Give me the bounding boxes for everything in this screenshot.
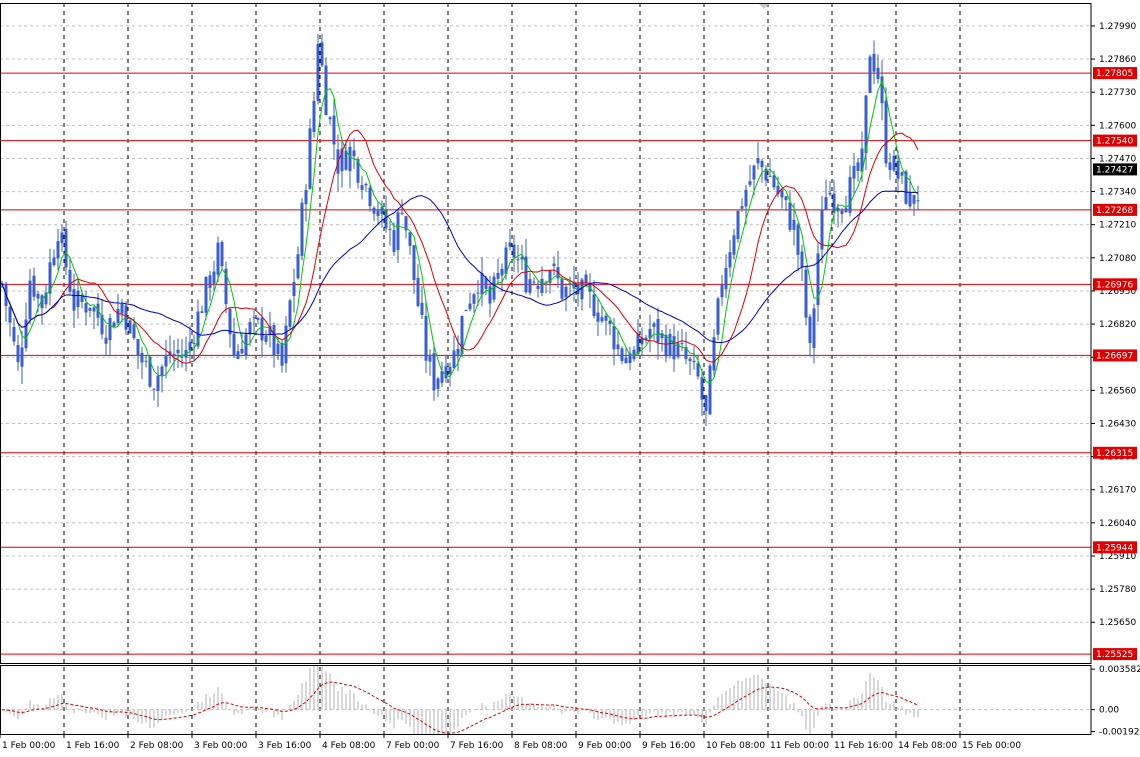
level-tag-label: 1.26315	[1096, 449, 1133, 459]
time-tick-label: 14 Feb 08:00	[898, 741, 957, 751]
price-tick-label: 1.27340	[1099, 188, 1136, 198]
candle	[560, 277, 564, 301]
candle	[64, 220, 68, 276]
osc-tick-label: 0.00	[1099, 706, 1119, 716]
price-tick-label: 1.27990	[1099, 22, 1136, 32]
candle	[804, 265, 808, 326]
price-tick-label: 1.26820	[1099, 320, 1136, 330]
price-tick-label: 1.25650	[1099, 618, 1136, 628]
price-chart: 1.27990 1.27860 1.27730 1.27600 1.27470 1.273…	[0, 0, 1140, 757]
price-tick-label: 1.27860	[1099, 55, 1136, 65]
level-tag-label: 1.27540	[1096, 137, 1133, 147]
candle	[308, 118, 312, 190]
level-tag-label: 1.27805	[1096, 69, 1133, 79]
current-price-tag: 1.27427	[1093, 163, 1137, 176]
candle	[288, 298, 292, 330]
time-tick-label: 15 Feb 00:00	[962, 741, 1021, 751]
time-tick-label: 4 Feb 08:00	[322, 741, 376, 751]
time-tick-label: 3 Feb 00:00	[194, 741, 248, 751]
time-tick-label: 7 Feb 00:00	[386, 741, 440, 751]
candle	[316, 33, 320, 105]
price-tick-label: 1.27080	[1099, 254, 1136, 264]
time-tick-label: 7 Feb 16:00	[450, 741, 504, 751]
time-tick-label: 1 Feb 16:00	[66, 741, 120, 751]
price-tick-label: 1.26040	[1099, 519, 1136, 529]
price-tick-label: 1.26430	[1099, 419, 1136, 429]
time-tick-label: 9 Feb 16:00	[642, 741, 696, 751]
time-tick-label: 1 Feb 00:00	[2, 741, 56, 751]
level-tag-label: 1.27268	[1096, 206, 1133, 216]
level-tag-label: 1.26976	[1096, 280, 1133, 290]
time-tick-label: 11 Feb 00:00	[770, 741, 829, 751]
time-tick-label: 8 Feb 08:00	[514, 741, 568, 751]
time-tick-label: 10 Feb 08:00	[706, 741, 765, 751]
candle	[324, 57, 328, 116]
time-tick-label: 2 Feb 08:00	[130, 741, 184, 751]
candle	[220, 240, 224, 270]
candle	[716, 296, 720, 341]
price-tick-label: 1.27210	[1099, 221, 1136, 231]
candle	[868, 54, 872, 94]
level-tag-label: 1.25525	[1096, 650, 1133, 660]
candle	[708, 363, 712, 415]
price-tick-label: 1.26170	[1099, 486, 1136, 496]
price-tick-label: 1.25910	[1099, 552, 1136, 562]
osc-tick-label: 0.003582	[1099, 665, 1140, 675]
price-tick-label: 1.26560	[1099, 386, 1136, 396]
price-tick-label: 1.25780	[1099, 585, 1136, 595]
osc-tick-label: -0.001927	[1099, 727, 1140, 737]
current-price-label: 1.27427	[1096, 165, 1133, 175]
price-tick-label: 1.27600	[1099, 121, 1136, 131]
candle	[736, 210, 740, 243]
chart-background	[0, 0, 1140, 757]
time-tick-label: 3 Feb 16:00	[258, 741, 312, 751]
candle	[300, 198, 304, 261]
time-tick-label: 11 Feb 16:00	[834, 741, 893, 751]
price-tick-label: 1.27470	[1099, 154, 1136, 164]
time-tick-label: 9 Feb 00:00	[578, 741, 632, 751]
level-tag-label: 1.26697	[1096, 351, 1133, 361]
price-tick-label: 1.27730	[1099, 88, 1136, 98]
level-tag-label: 1.25944	[1096, 543, 1133, 553]
